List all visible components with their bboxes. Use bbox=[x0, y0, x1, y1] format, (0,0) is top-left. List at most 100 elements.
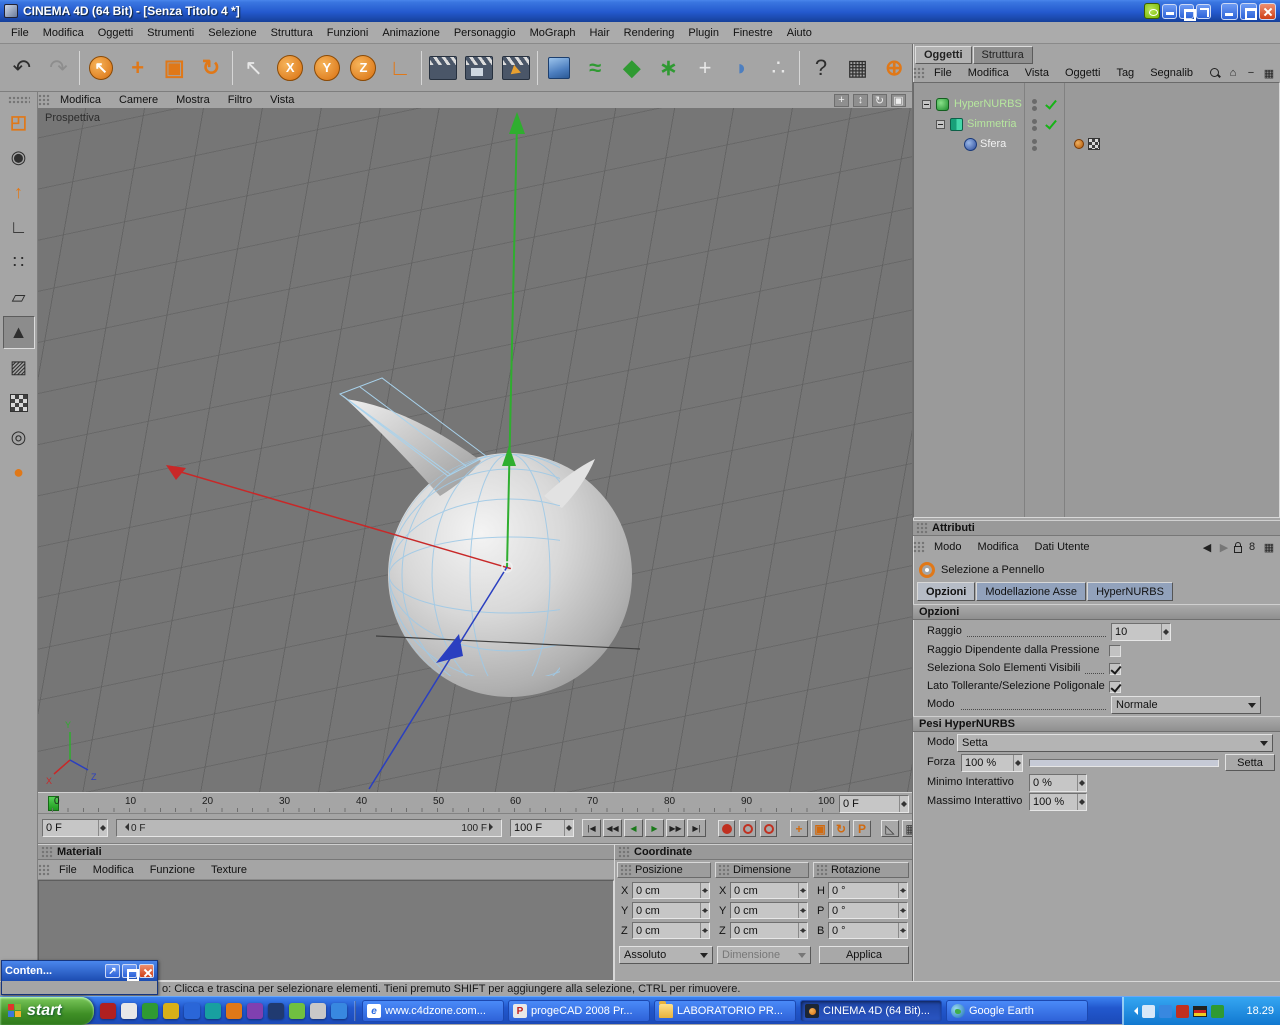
add-nurbs-button[interactable]: ◆ bbox=[614, 48, 650, 88]
tollerante-checkbox[interactable] bbox=[1109, 681, 1121, 693]
menu-file[interactable]: File bbox=[4, 24, 36, 42]
tray-collapse-icon[interactable] bbox=[1130, 1007, 1138, 1015]
home-icon[interactable]: ⌂ bbox=[1226, 67, 1240, 80]
range-start-field[interactable]: 0 F bbox=[42, 819, 108, 837]
compare-icon[interactable]: 8 bbox=[1245, 541, 1259, 554]
record-scale-toggle[interactable]: ▣ bbox=[811, 820, 829, 837]
quicklaunch-icon[interactable] bbox=[184, 1003, 200, 1019]
pesi-modo-dropdown[interactable]: Setta bbox=[957, 734, 1273, 752]
add-cube-button[interactable] bbox=[541, 48, 577, 88]
spinner-arrows-icon[interactable] bbox=[98, 820, 107, 836]
forza-field[interactable]: 100 % bbox=[961, 754, 1023, 772]
enabled-check-icon[interactable] bbox=[1045, 117, 1057, 130]
spinner-arrows-icon[interactable] bbox=[700, 923, 709, 938]
om-menu-segnalib[interactable]: Segnalib bbox=[1143, 64, 1200, 82]
antivirus-tray-icon[interactable] bbox=[1176, 1004, 1189, 1018]
minimize-button[interactable] bbox=[1221, 2, 1238, 20]
quicklaunch-icon[interactable] bbox=[310, 1003, 326, 1019]
help-button[interactable]: ? bbox=[803, 48, 839, 88]
om-menu-modifica[interactable]: Modifica bbox=[961, 64, 1016, 82]
spinner-arrows-icon[interactable] bbox=[798, 903, 807, 918]
attr-menu-dati-utente[interactable]: Dati Utente bbox=[1028, 538, 1097, 556]
position-column-header[interactable]: Posizione bbox=[617, 862, 711, 878]
frame-spinner[interactable]: 0 F bbox=[839, 795, 909, 813]
menu-plugin[interactable]: Plugin bbox=[681, 24, 726, 42]
add-deformer-button[interactable]: ◗ bbox=[724, 48, 760, 88]
menu-struttura[interactable]: Struttura bbox=[264, 24, 320, 42]
layout-icon[interactable]: ▦ bbox=[1262, 67, 1276, 80]
snap-mode-button[interactable]: ◎ bbox=[3, 421, 35, 454]
om-menu-oggetti[interactable]: Oggetti bbox=[1058, 64, 1107, 82]
menu-funzioni[interactable]: Funzioni bbox=[320, 24, 376, 42]
dimension-column-header[interactable]: Dimensione bbox=[715, 862, 809, 878]
spinner-arrows-icon[interactable] bbox=[798, 883, 807, 898]
redo-button[interactable]: ↷ bbox=[41, 48, 77, 88]
om-menu-tag[interactable]: Tag bbox=[1109, 64, 1141, 82]
visibility-dots-icon[interactable] bbox=[1030, 97, 1038, 113]
rotate-tool-button[interactable]: ↻ bbox=[193, 48, 229, 88]
mdi-restore-button[interactable] bbox=[1179, 3, 1196, 21]
enabled-check-icon[interactable] bbox=[1045, 97, 1057, 110]
quicklaunch-icon[interactable] bbox=[331, 1003, 347, 1019]
workplane-mode-button[interactable]: ∟ bbox=[3, 211, 35, 244]
z-axis-lock-button[interactable]: Z bbox=[346, 48, 382, 88]
model-mode-button[interactable]: ◉ bbox=[3, 141, 35, 174]
spinner-arrows-icon[interactable] bbox=[899, 796, 908, 812]
om-menu-file[interactable]: File bbox=[927, 64, 959, 82]
object-label[interactable]: Simmetria bbox=[967, 118, 1017, 130]
prev-key-button[interactable]: ◀◀ bbox=[603, 819, 622, 837]
coordinate-mode-dropdown[interactable]: Assoluto bbox=[619, 946, 713, 964]
menu-personaggio[interactable]: Personaggio bbox=[447, 24, 523, 42]
points-mode-button[interactable]: ∷ bbox=[3, 246, 35, 279]
xpresso-button[interactable]: ▦ bbox=[840, 48, 876, 88]
perspective-viewport[interactable]: Y X Z Prospettiva bbox=[38, 108, 912, 792]
menu-grip[interactable] bbox=[913, 67, 925, 79]
record-keyframe-button[interactable] bbox=[718, 820, 735, 837]
menu-hair[interactable]: Hair bbox=[582, 24, 616, 42]
add-particles-button[interactable]: ∴ bbox=[761, 48, 797, 88]
modo-dropdown[interactable]: Normale bbox=[1111, 696, 1261, 714]
spinner-arrows-icon[interactable] bbox=[700, 883, 709, 898]
start-button[interactable]: start bbox=[0, 997, 94, 1025]
weight-tag-icon[interactable] bbox=[1074, 139, 1084, 149]
mdi-minimize-button[interactable] bbox=[1162, 3, 1177, 19]
restore-button[interactable] bbox=[1240, 2, 1257, 20]
next-key-button[interactable]: ▶▶ bbox=[666, 819, 685, 837]
ramp-options-button[interactable]: ◺ bbox=[881, 820, 899, 837]
visibility-dots-icon[interactable] bbox=[1030, 117, 1038, 133]
record-rotation-toggle[interactable]: ↻ bbox=[832, 820, 850, 837]
pos-z-field[interactable]: 0 cm bbox=[632, 922, 710, 939]
menu-rendering[interactable]: Rendering bbox=[617, 24, 682, 42]
quicklaunch-icon[interactable] bbox=[142, 1003, 158, 1019]
mdi-popout-button[interactable] bbox=[1196, 3, 1211, 19]
taskbar-task-progecad[interactable]: P progeCAD 2008 Pr... bbox=[508, 1000, 650, 1022]
collapse-icon[interactable]: − bbox=[1244, 67, 1258, 80]
dimension-mode-dropdown[interactable]: Dimensione bbox=[717, 946, 811, 964]
texture-tag-icon[interactable] bbox=[1088, 138, 1100, 150]
content-browser-window[interactable]: Conten... ↗ bbox=[1, 960, 158, 995]
floating-restore-button[interactable] bbox=[122, 964, 139, 981]
record-position-toggle[interactable]: + bbox=[790, 820, 808, 837]
pressione-checkbox[interactable] bbox=[1109, 645, 1121, 657]
materials-header[interactable]: Materiali bbox=[38, 844, 614, 860]
history-back-icon[interactable]: ◀ bbox=[1200, 541, 1214, 554]
spinner-arrows-icon[interactable] bbox=[1161, 624, 1170, 640]
update-tray-icon[interactable] bbox=[1211, 1004, 1224, 1018]
om-menu-vista[interactable]: Vista bbox=[1018, 64, 1056, 82]
tab-oggetti[interactable]: Oggetti bbox=[915, 46, 972, 64]
pos-y-field[interactable]: 0 cm bbox=[632, 902, 710, 919]
quicklaunch-icon[interactable] bbox=[121, 1003, 137, 1019]
panel-grip[interactable] bbox=[916, 522, 928, 534]
minimo-field[interactable]: 0 % bbox=[1029, 774, 1087, 792]
viewport-menu-mostra[interactable]: Mostra bbox=[168, 93, 218, 107]
menu-strumenti[interactable]: Strumenti bbox=[140, 24, 201, 42]
render-picture-viewer-button[interactable] bbox=[462, 48, 498, 88]
forza-slider[interactable] bbox=[1029, 759, 1219, 767]
paint-selection-button[interactable]: ● bbox=[3, 456, 35, 489]
quicklaunch-icon[interactable] bbox=[268, 1003, 284, 1019]
close-button[interactable] bbox=[1259, 2, 1276, 20]
menu-selezione[interactable]: Selezione bbox=[201, 24, 263, 42]
object-label[interactable]: Sfera bbox=[980, 138, 1006, 150]
x-axis-lock-button[interactable]: X bbox=[272, 48, 308, 88]
popout-button[interactable]: ↗ bbox=[105, 964, 120, 978]
